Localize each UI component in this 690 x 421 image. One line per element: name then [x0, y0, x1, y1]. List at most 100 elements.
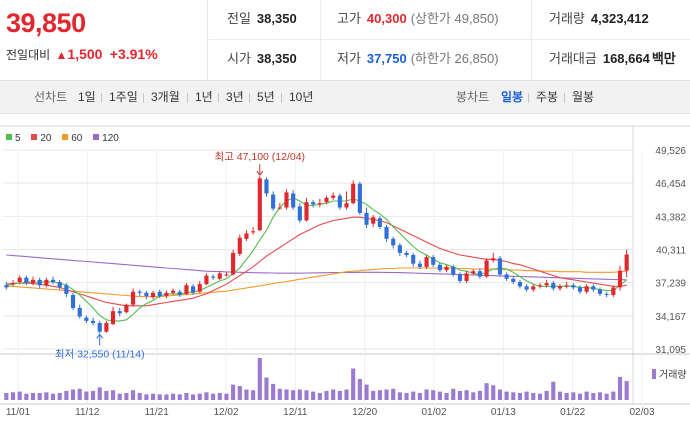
volume-bar: [97, 387, 102, 400]
x-tick-label: 12/11: [283, 407, 308, 418]
stock-chart-widget: { "quote": { "price": "39,850", "change_…: [0, 0, 690, 421]
volume-bar: [30, 393, 36, 400]
candle-body: [291, 193, 296, 208]
candle-body: [90, 320, 96, 324]
volume-bar: [511, 392, 516, 400]
volume-bar: [477, 390, 482, 400]
volume-bar: [177, 394, 182, 400]
volume-bar: [331, 389, 336, 400]
moving-average-ma20-line: [6, 216, 627, 307]
candlestick-chart[interactable]: 49,526 46,454 43,382 40,311 37,239 34,167 31,0…: [0, 0, 690, 421]
candle-body: [457, 274, 462, 281]
volume-bar: [397, 392, 402, 400]
volume-bar: [171, 393, 176, 400]
volume-bar: [251, 390, 256, 400]
candle-body: [611, 287, 616, 295]
candle-body: [10, 283, 16, 285]
x-tick-label: 12/02: [213, 407, 238, 418]
candle-body: [364, 212, 369, 225]
x-tick-label: 11/21: [145, 407, 170, 418]
volume-bar: [131, 390, 136, 400]
candle-body: [517, 282, 523, 287]
volume-bar: [591, 393, 596, 400]
candle-body: [271, 194, 276, 209]
candle-body: [317, 203, 322, 205]
volume-bar: [264, 377, 269, 400]
volume-bar: [597, 392, 603, 400]
candle-body: [464, 273, 469, 281]
candle-body: [477, 271, 482, 277]
candle-body: [564, 285, 569, 287]
candle-body: [524, 286, 529, 290]
volume-bar: [357, 379, 362, 400]
candle-body: [444, 266, 449, 271]
volume-bar: [391, 388, 396, 400]
y-tick-label: 40,311: [656, 245, 686, 256]
candle-body: [551, 283, 556, 289]
volume-bar: [64, 390, 69, 400]
candle-body: [217, 273, 222, 279]
volume-bar: [197, 393, 202, 400]
volume-bar: [464, 390, 469, 400]
y-tick-label: 49,526: [655, 146, 686, 157]
volume-bar: [444, 393, 449, 400]
volume-bar: [624, 381, 629, 400]
volume-bar: [437, 391, 442, 400]
volume-bar: [377, 390, 382, 400]
candle-body: [110, 311, 116, 325]
candle-body: [177, 291, 182, 295]
volume-bar: [417, 393, 422, 400]
x-tick-label: 01/22: [560, 407, 585, 418]
volume-bar: [384, 389, 389, 400]
candle-body: [30, 279, 36, 284]
candle-body: [104, 323, 109, 332]
volume-bar: [404, 393, 409, 400]
candle-body: [77, 307, 82, 317]
volume-bar: [484, 383, 489, 400]
candle-body: [184, 285, 189, 294]
volume-bar: [164, 394, 169, 400]
candle-body: [304, 202, 309, 221]
volume-bar: [457, 390, 462, 400]
candle-body: [57, 282, 62, 288]
candle-body: [591, 286, 596, 290]
y-tick-label: 34,167: [655, 312, 686, 323]
volume-bar: [84, 391, 89, 400]
volume-bar: [204, 392, 209, 400]
candle-body: [404, 252, 409, 256]
volume-bar: [311, 391, 316, 400]
candle-body: [504, 274, 509, 279]
volume-bar: [571, 392, 576, 400]
volume-bar: [70, 389, 76, 400]
candle-body: [97, 323, 102, 332]
volume-bar: [344, 389, 349, 400]
volume-bar: [371, 390, 376, 400]
volume-bar: [50, 393, 56, 400]
candle-body: [471, 271, 476, 274]
candle-body: [377, 218, 382, 227]
high-annotation: 최고 47,100 (12/04): [215, 151, 306, 163]
volume-bar: [517, 393, 523, 400]
volume-bar: [24, 393, 29, 400]
candle-body: [624, 254, 629, 271]
candle-body: [557, 286, 563, 289]
y-tick-label: 31,095: [655, 345, 686, 356]
candle-body: [324, 197, 329, 203]
candle-body: [191, 286, 196, 293]
volume-bar: [544, 390, 549, 400]
candle-body: [584, 286, 589, 292]
volume-bar: [564, 393, 569, 400]
y-tick-label: 37,239: [655, 279, 686, 290]
x-tick-label: 11/12: [75, 407, 100, 418]
volume-bar: [37, 393, 42, 400]
volume-bar: [537, 393, 543, 400]
candle-body: [50, 279, 56, 283]
volume-bar: [611, 391, 616, 400]
volume-bar: [271, 383, 276, 400]
y-tick-label: 43,382: [655, 212, 686, 223]
volume-bar: [231, 384, 236, 400]
candle-body: [424, 257, 429, 267]
candle-body: [171, 290, 176, 293]
volume-bar: [117, 393, 122, 400]
volume-bar: [277, 388, 282, 400]
